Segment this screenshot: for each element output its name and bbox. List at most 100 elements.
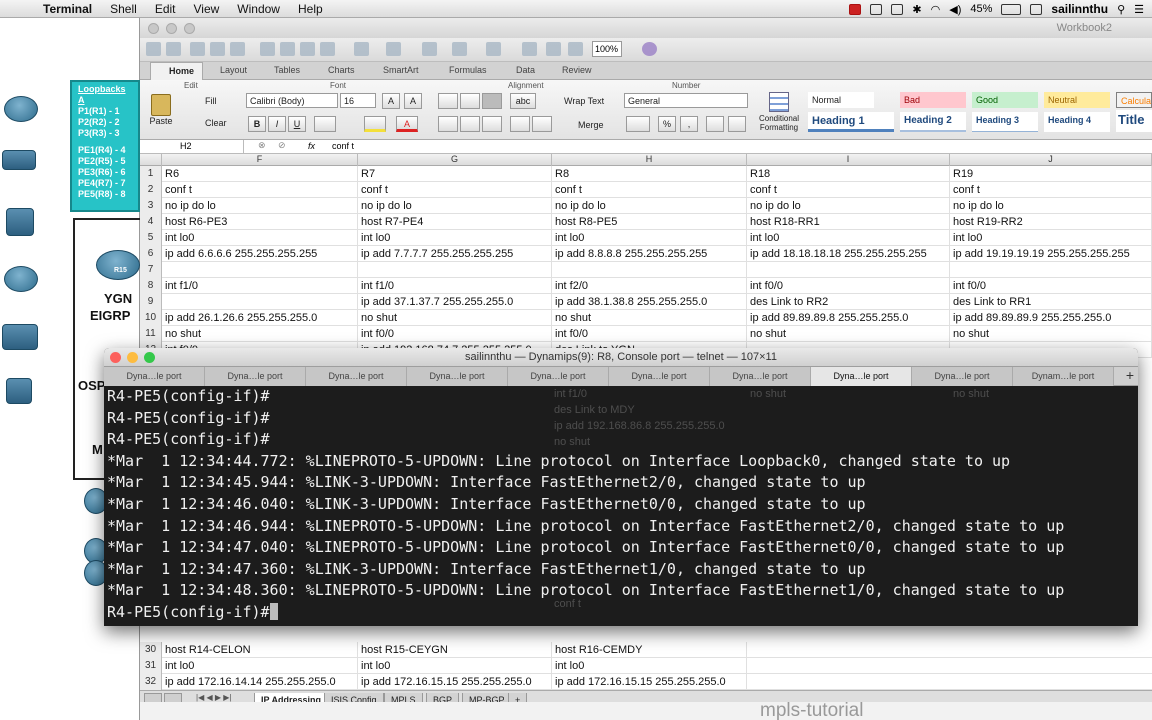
close-button[interactable] xyxy=(148,23,159,34)
increase-indent-button[interactable] xyxy=(532,116,552,132)
row-number[interactable]: 7 xyxy=(140,262,162,278)
display-icon[interactable] xyxy=(891,3,904,15)
terminal-zoom-button[interactable] xyxy=(144,352,155,363)
style-title[interactable]: Title xyxy=(1116,110,1152,132)
table-cell[interactable]: no ip do lo xyxy=(747,198,950,214)
zoom-button[interactable] xyxy=(184,23,195,34)
paste-button[interactable]: Paste xyxy=(146,94,176,138)
table-cell[interactable]: host R14-CELON xyxy=(162,642,358,658)
table-cell[interactable]: R8 xyxy=(552,166,747,182)
cancel-icon[interactable]: ⊗ xyxy=(258,140,266,151)
table-cell[interactable]: int lo0 xyxy=(358,230,552,246)
italic-button[interactable]: I xyxy=(268,116,286,132)
table-cell[interactable]: ip add 37.1.37.7 255.255.255.0 xyxy=(358,294,552,310)
shrink-font-button[interactable]: A xyxy=(404,93,422,109)
filter-icon[interactable] xyxy=(486,42,501,56)
tab-layout[interactable]: Layout xyxy=(220,65,247,75)
new-icon[interactable] xyxy=(146,42,161,56)
table-cell[interactable]: conf t xyxy=(552,182,747,198)
zoom-level[interactable]: 100% xyxy=(592,41,622,57)
table-cell[interactable]: R7 xyxy=(358,166,552,182)
table-cell[interactable]: des Link to RR1 xyxy=(950,294,1152,310)
increase-decimal-button[interactable] xyxy=(706,116,724,132)
media-browser-icon[interactable] xyxy=(568,42,583,56)
table-cell[interactable]: ip add 8.8.8.8 255.255.255.255 xyxy=(552,246,747,262)
comma-button[interactable]: , xyxy=(680,116,698,132)
row-number[interactable]: 2 xyxy=(140,182,162,198)
template-icon[interactable] xyxy=(166,42,181,56)
table-cell[interactable]: ip add 19.19.19.19 255.255.255.255 xyxy=(950,246,1152,262)
row-number[interactable]: 30 xyxy=(140,642,162,658)
format-painter-icon[interactable] xyxy=(320,42,335,56)
table-cell[interactable]: des Link to RR2 xyxy=(747,294,950,310)
table-cell[interactable]: no ip do lo xyxy=(162,198,358,214)
style-heading-2[interactable]: Heading 2 xyxy=(900,112,966,132)
table-cell[interactable] xyxy=(950,262,1152,278)
table-cell[interactable]: conf t xyxy=(162,182,358,198)
fill-button[interactable]: Fill xyxy=(205,96,217,106)
table-cell[interactable] xyxy=(747,262,950,278)
terminal-minimize-button[interactable] xyxy=(127,352,138,363)
table-cell[interactable]: host R18-RR1 xyxy=(747,214,950,230)
row-number[interactable]: 4 xyxy=(140,214,162,230)
table-cell[interactable]: ip add 26.1.26.6 255.255.255.0 xyxy=(162,310,358,326)
table-cell[interactable]: int lo0 xyxy=(950,230,1152,246)
table-cell[interactable]: ip add 89.89.89.9 255.255.255.0 xyxy=(950,310,1152,326)
table-cell[interactable]: no shut xyxy=(552,310,747,326)
table-cell[interactable]: no ip do lo xyxy=(358,198,552,214)
table-cell[interactable]: host R7-PE4 xyxy=(358,214,552,230)
table-cell[interactable]: conf t xyxy=(358,182,552,198)
style-heading-4[interactable]: Heading 4 xyxy=(1044,112,1110,132)
text-direction-button[interactable]: abc xyxy=(510,93,536,109)
align-top-button[interactable] xyxy=(438,93,458,109)
table-cell[interactable]: int f0/0 xyxy=(747,278,950,294)
terminal-tab[interactable]: Dynam…le port xyxy=(1013,367,1114,386)
row-number[interactable]: 8 xyxy=(140,278,162,294)
fill-color-button[interactable] xyxy=(364,116,386,132)
table-cell[interactable]: conf t xyxy=(950,182,1152,198)
menu-app-terminal[interactable]: Terminal xyxy=(34,2,101,16)
table-cell[interactable]: ip add 18.18.18.18 255.255.255.255 xyxy=(747,246,950,262)
table-cell[interactable]: ip add 172.16.15.15 255.255.255.0 xyxy=(358,674,552,690)
table-cell[interactable]: ip add 7.7.7.7 255.255.255.255 xyxy=(358,246,552,262)
row-number[interactable]: 11 xyxy=(140,326,162,342)
wifi-icon[interactable]: ◠ xyxy=(931,3,941,16)
align-middle-button[interactable] xyxy=(460,93,480,109)
table-cell[interactable]: int lo0 xyxy=(162,230,358,246)
table-cell[interactable] xyxy=(552,262,747,278)
column-header-i[interactable]: I xyxy=(747,154,950,166)
align-left-button[interactable] xyxy=(438,116,458,132)
table-cell[interactable]: R19 xyxy=(950,166,1152,182)
table-cell[interactable]: int f2/0 xyxy=(552,278,747,294)
table-cell[interactable]: no ip do lo xyxy=(950,198,1152,214)
toolbox-icon[interactable] xyxy=(546,42,561,56)
table-cell[interactable]: int f1/0 xyxy=(358,278,552,294)
screen-icon[interactable] xyxy=(870,3,883,15)
style-good[interactable]: Good xyxy=(972,92,1038,108)
style-calculation[interactable]: Calcula xyxy=(1116,92,1152,108)
terminal-output[interactable]: int f1/0 no shut no shut des Link to MDY… xyxy=(104,386,1138,626)
undo-icon[interactable] xyxy=(354,42,369,56)
gallery-icon[interactable] xyxy=(522,42,537,56)
table-cell[interactable]: int f1/0 xyxy=(162,278,358,294)
column-header-f[interactable]: F xyxy=(162,154,358,166)
tab-charts[interactable]: Charts xyxy=(328,65,355,75)
tab-data[interactable]: Data xyxy=(516,65,535,75)
table-cell[interactable]: ip add 172.16.15.15 255.255.255.0 xyxy=(552,674,747,690)
menu-window[interactable]: Window xyxy=(228,2,289,16)
align-bottom-button[interactable] xyxy=(482,93,502,109)
grow-font-button[interactable]: A xyxy=(382,93,400,109)
style-normal[interactable]: Normal xyxy=(808,92,874,108)
font-name-select[interactable]: Calibri (Body) xyxy=(246,93,338,108)
notification-center-icon[interactable]: ☰ xyxy=(1134,3,1144,16)
table-cell[interactable]: host R19-RR2 xyxy=(950,214,1152,230)
row-number[interactable]: 6 xyxy=(140,246,162,262)
formula-input[interactable]: conf t xyxy=(332,141,354,151)
row-number[interactable]: 1 xyxy=(140,166,162,182)
sort-icon[interactable] xyxy=(452,42,467,56)
table-cell[interactable] xyxy=(162,294,358,310)
status-red-icon[interactable] xyxy=(849,3,862,15)
table-cell[interactable]: int f0/0 xyxy=(950,278,1152,294)
router-r15-icon[interactable] xyxy=(96,250,140,280)
menu-help[interactable]: Help xyxy=(289,2,332,16)
